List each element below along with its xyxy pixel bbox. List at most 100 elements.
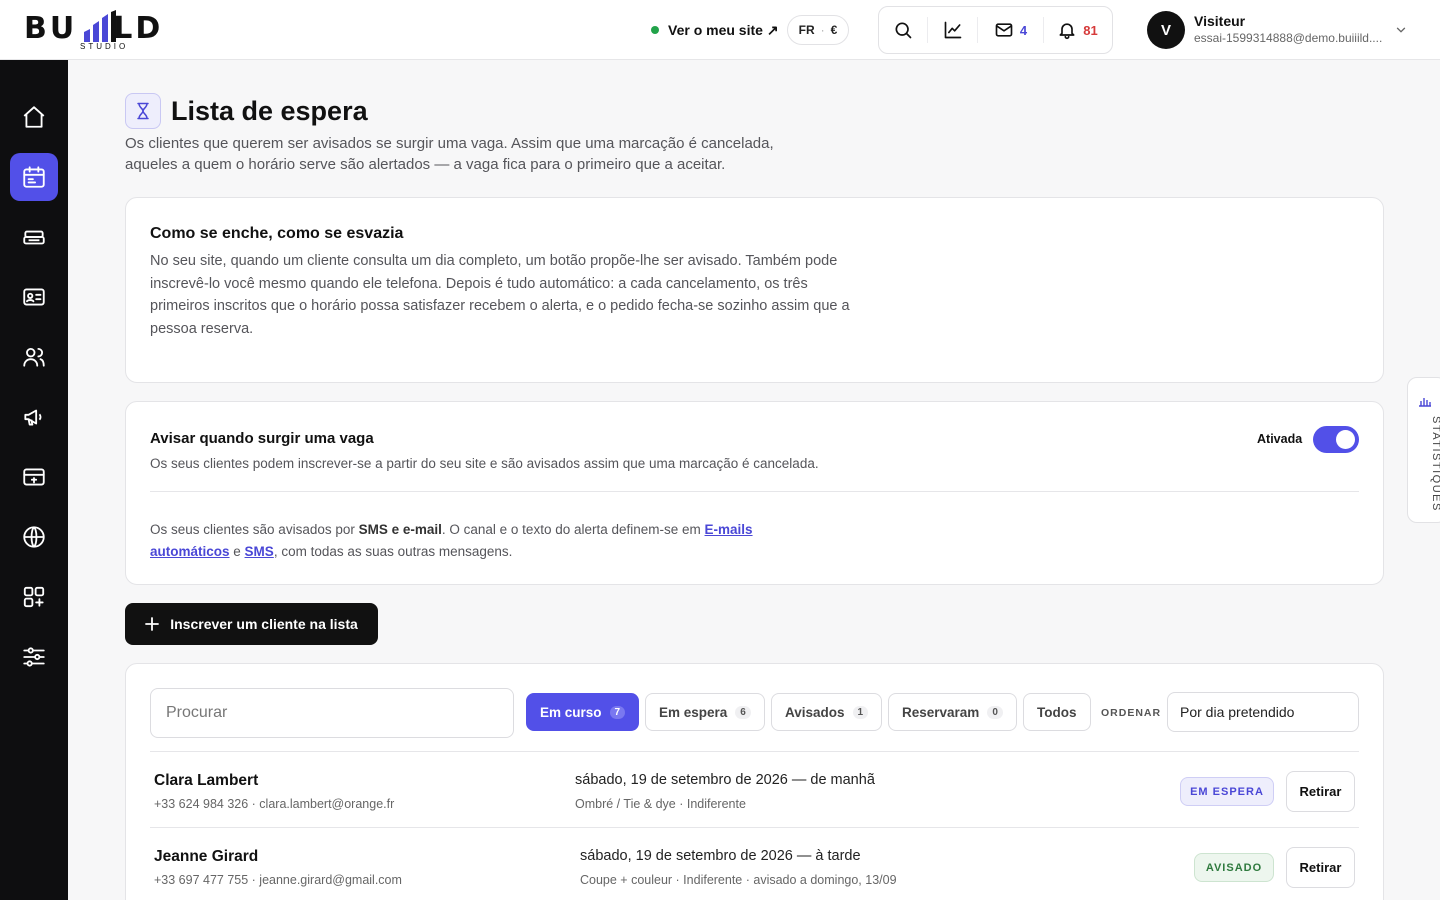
filter-count: 0 [987,705,1003,719]
page-title: Lista de espera [171,95,368,126]
sort-label: ORDENAR [1101,707,1162,719]
settings-sliders-icon [23,647,45,667]
messages-button[interactable]: 4 [977,17,1043,43]
waitlist-toggle[interactable] [1313,426,1359,453]
note-prefix: Os seus clientes são avisados por [150,522,359,537]
language-code: FR [798,23,815,37]
mail-count-badge: 4 [1019,22,1028,38]
statistics-tab-label: STATISTIQUES [1430,416,1440,512]
apps-icon [23,586,45,608]
filter-label: Todos [1037,704,1077,720]
page-header: Lista de espera [125,93,368,129]
note-suffix: , com todas as suas outras mensagens. [273,543,513,559]
sidebar-item-contacts[interactable] [10,273,58,321]
filter-label: Em espera [659,704,728,720]
filter-count: 1 [852,705,869,719]
filter-in-progress[interactable]: Em curso 7 [526,693,640,731]
requested-date: sábado, 19 de setembro de 2026 — de manh… [575,772,875,788]
hourglass-icon [125,93,161,129]
remove-button[interactable]: Retirar [1286,771,1355,812]
sidebar-item-clients[interactable] [10,333,58,381]
note-and: e [229,543,245,559]
notification-count-badge: 81 [1083,22,1098,38]
notify-settings-card: Avisar quando surgir uma vaga Os seus cl… [125,401,1384,585]
sidebar-item-website[interactable] [10,513,58,561]
user-email: essai-1599314888@demo.buiiild.... [1194,31,1383,45]
filter-label: Avisados [785,704,845,720]
statistics-side-tab[interactable]: STATISTIQUES [1407,377,1440,523]
avatar: V [1147,11,1185,49]
filter-notified[interactable]: Avisados 1 [771,693,883,731]
contact-card-icon [23,288,45,306]
user-name: Visiteur [1194,13,1246,29]
filter-all[interactable]: Todos [1023,693,1091,731]
top-header: BU LD STUDIO Ver o meu site ↗ FR · € 4 81 [0,0,1440,60]
language-currency-selector[interactable]: FR · € [787,15,849,45]
filter-count: 6 [735,705,751,719]
service-icon [23,230,45,245]
bell-icon [1059,23,1075,40]
client-name: Clara Lambert [154,772,259,789]
request-details: Ombré / Tie & dye · Indiferente [575,797,746,811]
view-site-link[interactable]: Ver o meu site ↗ [651,19,779,41]
payment-card-icon [23,468,45,486]
notifications-button[interactable]: 81 [1043,17,1111,43]
home-icon [23,106,45,128]
table-row[interactable]: Clara Lambert +33 624 984 326 · clara.la… [150,751,1359,823]
build-studio-logo[interactable]: BU LD STUDIO [24,8,184,52]
client-contact: +33 697 477 755 · jeanne.girard@gmail.co… [154,873,402,887]
table-row[interactable]: Jeanne Girard +33 697 477 755 · jeanne.g… [150,827,1359,899]
filter-label: Em curso [540,704,602,720]
sms-link[interactable]: SMS [245,544,274,559]
how-it-works-title: Como se enche, como se esvazia [150,225,404,242]
waitlist-card: Em curso 7 Em espera 6 Avisados 1 Reserv… [125,663,1384,900]
divider [150,491,1359,492]
how-it-works-body: No seu site, quando um cliente consulta … [150,253,850,337]
note-middle: . O canal e o texto do alerta definem-se… [441,522,705,537]
search-input[interactable] [150,688,514,738]
sidebar-item-services[interactable] [10,213,58,261]
chevron-down-icon [1396,27,1406,33]
filter-label: Reservaram [902,704,980,720]
analytics-button[interactable] [927,17,977,43]
filter-count: 7 [609,705,626,719]
plus-icon [145,617,160,631]
notify-settings-title: Avisar quando surgir uma vaga [150,430,374,447]
page-description: Os clientes que querem ser avisados se s… [125,135,774,173]
notify-settings-description: Os seus clientes podem inscrever-se a pa… [150,456,819,471]
toggle-knob [1336,430,1355,449]
sidebar-item-marketing[interactable] [10,393,58,441]
filter-waiting[interactable]: Em espera 6 [645,693,765,731]
sidebar-item-payments[interactable] [10,453,58,501]
separator-dot: · [820,23,825,37]
sort-select[interactable]: Por dia pretendido [1167,692,1359,732]
logo-subtitle: STUDIO [80,42,129,51]
channel-note: Os seus clientes são avisados por SMS e … [150,519,790,562]
how-it-works-card: Como se enche, como se esvazia No seu si… [125,197,1384,383]
view-site-label: Ver o meu site ↗ [668,21,779,38]
user-menu[interactable]: V Visiteur essai-1599314888@demo.buiiild… [1147,11,1417,49]
mail-icon [995,23,1013,37]
search-button[interactable] [879,7,927,53]
add-client-label: Inscrever um cliente na lista [170,616,358,632]
sidebar-item-calendar[interactable] [10,153,58,201]
header-toolbar: 4 81 [878,6,1113,54]
megaphone-icon [24,409,42,426]
globe-icon [23,526,45,548]
sidebar-nav [0,60,68,900]
client-contact: +33 624 984 326 · clara.lambert@orange.f… [154,797,395,811]
remove-button[interactable]: Retirar [1286,847,1355,888]
calendar-icon [23,166,45,188]
sidebar-item-settings[interactable] [10,633,58,681]
requested-date: sábado, 19 de setembro de 2026 — à tarde [580,848,861,864]
sidebar-item-apps[interactable] [10,573,58,621]
sidebar-item-home[interactable] [10,93,58,141]
users-icon [23,347,45,367]
currency-symbol: € [830,23,838,37]
site-online-dot [651,26,659,34]
status-badge: EM ESPERA [1180,777,1274,806]
chart-line-icon [944,21,961,39]
filter-booked[interactable]: Reservaram 0 [888,693,1017,731]
toggle-state-label: Ativada [1257,432,1303,446]
add-client-button[interactable]: Inscrever um cliente na lista [125,603,378,645]
